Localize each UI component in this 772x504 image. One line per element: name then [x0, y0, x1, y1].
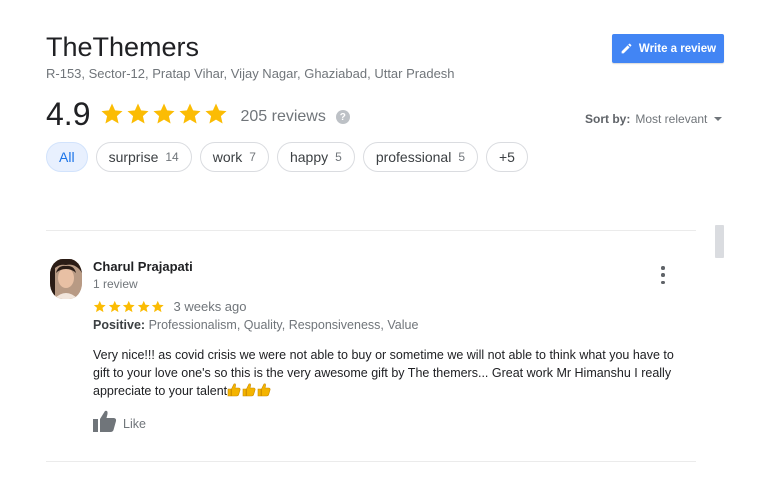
star-icon	[179, 103, 201, 124]
review-text: Very nice!!! as covid crisis we were not…	[93, 346, 693, 402]
thumbs-up-icon	[93, 410, 117, 437]
write-review-label: Write a review	[638, 42, 717, 55]
chip-all[interactable]: All	[46, 142, 88, 172]
chip-label: happy	[289, 149, 329, 165]
star-icon	[151, 300, 164, 312]
reviewer-name[interactable]: Charul Prajapati	[93, 259, 193, 274]
chip-work[interactable]: work 7	[199, 142, 269, 172]
review-stars	[93, 300, 165, 314]
reviewer-review-count: 1 review	[93, 277, 138, 291]
review-rating-row: 3 weeks ago	[93, 299, 247, 314]
thumbs-up-emoji-icon	[227, 382, 272, 402]
business-name: TheThemers	[46, 32, 200, 62]
chip-label: work	[212, 149, 243, 165]
more-options-icon[interactable]	[656, 266, 670, 284]
rating-summary: 4.9 205 reviews ?	[46, 94, 350, 134]
pencil-icon	[620, 42, 633, 55]
star-icon	[127, 103, 149, 124]
business-address: R-153, Sector-12, Pratap Vihar, Vijay Na…	[46, 66, 455, 81]
review-count-link[interactable]: 205 reviews	[240, 108, 325, 126]
divider	[46, 230, 696, 231]
chip-label: surprise	[108, 149, 159, 165]
star-icon	[108, 300, 121, 312]
chip-count: 14	[165, 150, 179, 164]
star-icon	[101, 103, 123, 124]
chip-count: 5	[335, 150, 342, 164]
like-label: Like	[123, 416, 146, 431]
positive-values: Professionalism, Quality, Responsiveness…	[148, 318, 419, 332]
chip-more[interactable]: +5	[486, 142, 528, 172]
chip-label: All	[59, 149, 75, 165]
chevron-down-icon	[714, 117, 723, 121]
review-date: 3 weeks ago	[173, 299, 247, 314]
star-icon	[205, 103, 227, 124]
scrollbar-thumb[interactable]	[715, 225, 724, 258]
sort-value: Most relevant	[635, 112, 708, 126]
positive-label: Positive:	[93, 318, 146, 332]
write-review-button[interactable]: Write a review	[612, 34, 724, 63]
reviews-panel: TheThemers R-153, Sector-12, Pratap Viha…	[0, 0, 772, 504]
divider	[46, 461, 696, 462]
topic-filter-chips: All surprise 14 work 7 happy 5 professio…	[46, 142, 528, 172]
review-body: Very nice!!! as covid crisis we were not…	[93, 348, 674, 398]
chip-happy[interactable]: happy 5	[276, 142, 355, 172]
chip-count: 7	[249, 150, 256, 164]
rating-stars	[100, 102, 228, 126]
chip-label: +5	[499, 149, 515, 165]
avatar[interactable]	[50, 259, 82, 299]
help-icon[interactable]: ?	[335, 110, 350, 124]
rating-value: 4.9	[46, 95, 91, 132]
star-icon	[122, 300, 135, 312]
star-icon	[137, 300, 150, 312]
sort-dropdown[interactable]: Sort by: Most relevant	[585, 112, 723, 126]
sort-label: Sort by:	[585, 112, 631, 126]
chip-label: professional	[375, 149, 452, 165]
positive-attributes: Positive: Professionalism, Quality, Resp…	[93, 318, 418, 332]
star-icon	[153, 103, 175, 124]
star-icon	[93, 300, 106, 312]
chip-count: 5	[458, 150, 465, 164]
like-button[interactable]: Like	[93, 410, 146, 437]
chip-surprise[interactable]: surprise 14	[95, 142, 192, 172]
chip-professional[interactable]: professional 5	[362, 142, 478, 172]
